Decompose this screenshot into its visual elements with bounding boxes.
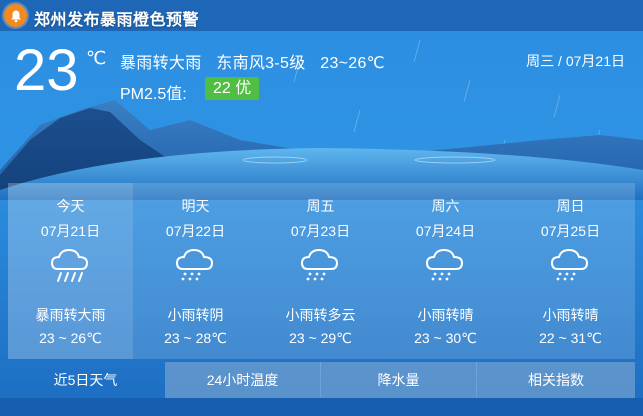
pm25-badge: 22 优 xyxy=(205,77,260,100)
current-date: 周三 / 07月21日 xyxy=(526,53,625,69)
current-condition: 暴雨转大雨 xyxy=(120,55,202,72)
day-date: 07月21日 xyxy=(40,223,101,239)
alert-text: 郑州发布暴雨橙色预警 xyxy=(34,12,200,29)
day-temp-range: 23 ~ 29℃ xyxy=(289,330,352,346)
forecast-panel: 今天 07月21日 暴雨转大雨 23 ~ 26℃ 明天 07月22日 小雨转阴 xyxy=(8,183,635,359)
day-name: 今天 xyxy=(56,198,85,214)
day-condition: 小雨转晴 xyxy=(417,307,474,323)
forecast-day-sat[interactable]: 周六 07月24日 小雨转晴 23 ~ 30℃ xyxy=(383,183,508,359)
light-rain-icon xyxy=(300,248,339,281)
heavy-rain-icon xyxy=(50,248,89,282)
current-summary: 暴雨转大雨 东南风3-5级 23~26℃ xyxy=(120,49,395,73)
tab-precipitation[interactable]: 降水量 xyxy=(321,362,476,398)
tab-related-index[interactable]: 相关指数 xyxy=(477,362,635,398)
day-temp-range: 22 ~ 31℃ xyxy=(539,330,602,346)
day-temp-range: 23 ~ 30℃ xyxy=(414,330,477,346)
current-temperature: 23 xyxy=(14,38,79,103)
day-name: 周日 xyxy=(556,198,585,214)
day-name: 周五 xyxy=(306,198,335,214)
light-rain-icon xyxy=(550,248,589,281)
forecast-day-sun[interactable]: 周日 07月25日 小雨转晴 22 ~ 31℃ xyxy=(508,183,633,359)
forecast-day-today[interactable]: 今天 07月21日 暴雨转大雨 23 ~ 26℃ xyxy=(8,183,133,359)
day-date: 07月24日 xyxy=(415,223,476,239)
forecast-day-fri[interactable]: 周五 07月23日 小雨转多云 23 ~ 29℃ xyxy=(258,183,383,359)
alert-bar[interactable]: 郑州发布暴雨橙色预警 xyxy=(0,0,643,31)
forecast-day-tomorrow[interactable]: 明天 07月22日 小雨转阴 23 ~ 28℃ xyxy=(133,183,258,359)
temperature-unit: ℃ xyxy=(86,48,107,68)
day-date: 07月25日 xyxy=(540,223,601,239)
current-range: 23~26℃ xyxy=(320,55,385,72)
forecast-tabs: 近5日天气 24小时温度 降水量 相关指数 xyxy=(8,362,635,398)
day-temp-range: 23 ~ 26℃ xyxy=(39,330,102,346)
day-date: 07月23日 xyxy=(290,223,351,239)
light-rain-icon xyxy=(175,248,214,281)
pm25-label: PM2.5值: xyxy=(120,86,187,103)
day-date: 07月22日 xyxy=(165,223,226,239)
tab-5-day-weather[interactable]: 近5日天气 xyxy=(8,362,163,398)
day-name: 周六 xyxy=(431,198,460,214)
light-rain-icon xyxy=(425,248,464,281)
current-wind: 东南风3-5级 xyxy=(216,55,306,72)
day-name: 明天 xyxy=(181,198,210,214)
day-condition: 小雨转晴 xyxy=(542,307,599,323)
tab-24h-temperature[interactable]: 24小时温度 xyxy=(165,362,320,398)
day-condition: 暴雨转大雨 xyxy=(35,307,106,323)
day-condition: 小雨转多云 xyxy=(285,307,356,323)
day-condition: 小雨转阴 xyxy=(167,307,224,323)
day-temp-range: 23 ~ 28℃ xyxy=(164,330,227,346)
bell-icon xyxy=(4,4,27,27)
